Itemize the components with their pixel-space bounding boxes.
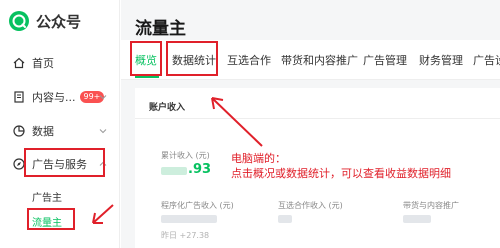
tab-mutual-cooperation[interactable]: 互选合作 bbox=[227, 52, 271, 68]
page-title: 流量主 bbox=[135, 19, 186, 39]
highlight-box-publisher bbox=[27, 208, 75, 230]
sidebar-item-content[interactable]: 内容与... 99+ bbox=[0, 82, 120, 112]
sidebar-item-home[interactable]: 首页 bbox=[0, 48, 120, 78]
tab-ad-settings[interactable]: 广告设 bbox=[473, 52, 500, 68]
goods-promo-income-label: 带货与内容推广 bbox=[403, 201, 459, 210]
home-icon bbox=[13, 57, 25, 69]
chevron-down-icon bbox=[99, 95, 107, 100]
sidebar-subitem-advertiser[interactable]: 广告主 bbox=[32, 189, 62, 204]
divider bbox=[135, 118, 500, 119]
document-icon bbox=[14, 91, 24, 103]
account-income-title: 账户收入 bbox=[149, 103, 186, 113]
tab-ad-management[interactable]: 广告管理 bbox=[363, 52, 407, 68]
blurred-amount bbox=[278, 215, 292, 223]
sidebar-item-label: 数据 bbox=[32, 125, 54, 138]
highlight-box-ads-services bbox=[24, 148, 105, 177]
sidebar-item-label: 首页 bbox=[32, 57, 54, 70]
tab-goods-content-promotion[interactable]: 带货和内容推广 bbox=[281, 52, 358, 68]
highlight-box-data-statistics bbox=[166, 41, 218, 76]
sidebar-item-label: 内容与... bbox=[32, 91, 76, 104]
total-income-label: 累计收入 (元) bbox=[161, 151, 210, 160]
blurred-amount bbox=[161, 215, 217, 223]
tab-finance-management[interactable]: 财务管理 bbox=[419, 52, 463, 68]
program-ad-income-label: 程序化广告收入 (元) bbox=[161, 201, 234, 210]
annotation-line-1: 电脑端的： bbox=[231, 152, 286, 165]
sidebar-item-data[interactable]: 数据 bbox=[0, 116, 120, 146]
blurred-amount bbox=[403, 215, 431, 223]
account-income-card: 账户收入 累计收入 (元) .93 程序化广告收入 (元) 昨日 +27.38 … bbox=[135, 88, 500, 248]
blurred-amount bbox=[161, 167, 187, 175]
highlight-box-overview bbox=[130, 41, 162, 76]
annotation-line-2: 点击概况或数据统计，可以查看收益数据明细 bbox=[231, 167, 451, 180]
total-income-value: .93 bbox=[188, 162, 212, 177]
logo-text: 公众号 bbox=[36, 12, 82, 31]
chart-icon bbox=[13, 125, 25, 137]
main-content: 流量主 概览 数据统计 互选合作 带货和内容推广 广告管理 财务管理 广告设 账… bbox=[121, 0, 500, 248]
active-tab-underline bbox=[135, 76, 159, 78]
wechat-official-logo-icon bbox=[9, 11, 29, 31]
program-ad-income-note: 昨日 +27.38 bbox=[161, 231, 210, 240]
chevron-down-icon bbox=[99, 129, 107, 134]
logo[interactable]: 公众号 bbox=[8, 10, 81, 32]
mutual-income-label: 互选合作收入 (元) bbox=[278, 201, 343, 210]
sidebar: 公众号 首页 内容与... 99+ 数据 广告与服务 广告主 流量主 bbox=[0, 0, 120, 248]
